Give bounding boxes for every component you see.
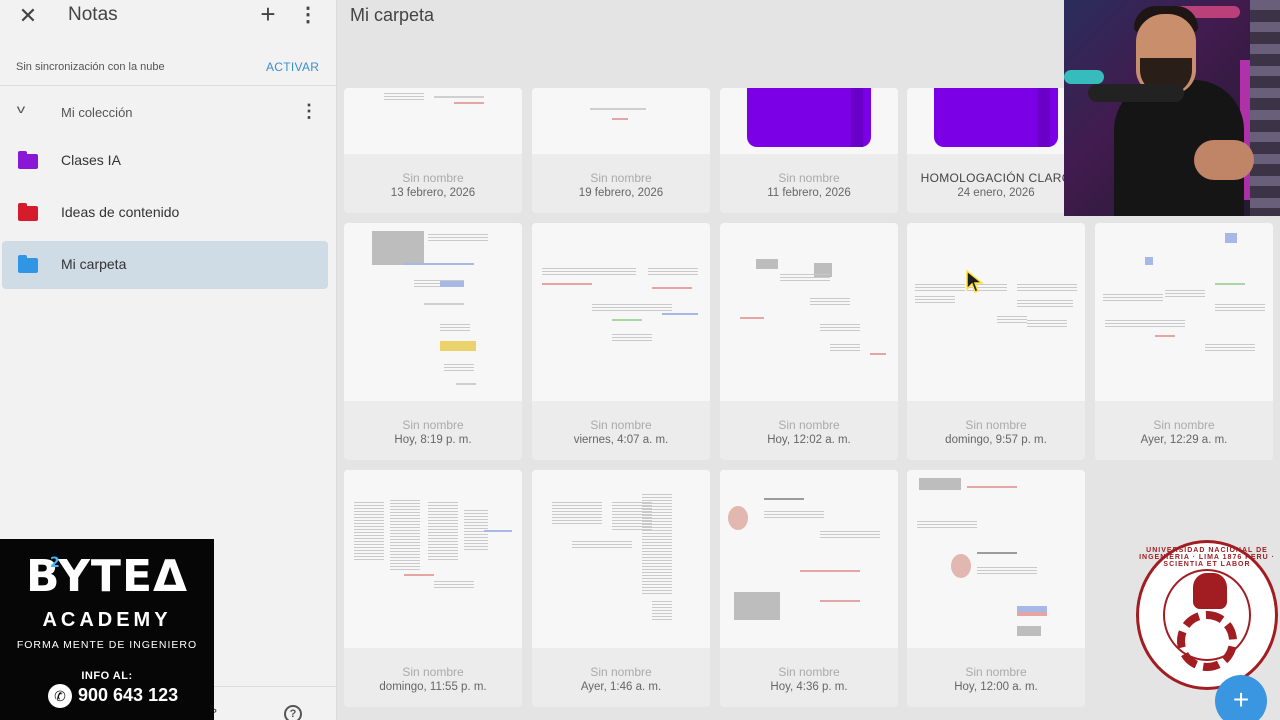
note-card[interactable]: Sin nombre Hoy, 12:00 a. m. <box>907 470 1085 707</box>
add-icon[interactable]: + <box>256 1 280 27</box>
note-date: 24 enero, 2026 <box>957 187 1035 199</box>
note-date: Ayer, 1:46 a. m. <box>580 681 662 693</box>
note-thumbnail <box>344 470 522 648</box>
folder-icon <box>18 203 38 221</box>
brand-academy: ACADEMY <box>42 609 172 631</box>
note-title: Sin nombre <box>1153 418 1215 432</box>
sync-banner: Sin sincronización con la nube ACTIVAR <box>0 50 337 86</box>
collection-header[interactable]: v Mi colección ⋮ <box>0 96 337 130</box>
note-title: Sin nombre <box>965 665 1027 679</box>
note-card[interactable]: HOMOLOGACIÓN CLARO 24 enero, 2026 <box>907 88 1085 213</box>
note-thumbnail <box>907 470 1085 648</box>
note-card[interactable]: Sin nombre Hoy, 4:36 p. m. <box>720 470 898 707</box>
note-card[interactable]: Sin nombre 11 febrero, 2026 <box>720 88 898 213</box>
note-date: 13 febrero, 2026 <box>390 187 476 199</box>
note-date: 11 febrero, 2026 <box>767 187 851 199</box>
webcam-overlay <box>1064 0 1280 216</box>
note-date: viernes, 4:07 a. m. <box>573 434 669 446</box>
note-title: HOMOLOGACIÓN CLARO <box>920 171 1072 185</box>
note-title: Sin nombre <box>778 418 840 432</box>
note-card[interactable]: Sin nombre viernes, 4:07 a. m. <box>532 223 710 460</box>
collection-label: Mi colección <box>61 105 133 120</box>
note-date: Hoy, 8:19 p. m. <box>394 434 472 446</box>
note-date: Ayer, 12:29 a. m. <box>1140 434 1228 446</box>
note-title: Sin nombre <box>402 418 464 432</box>
brand-tagline: FORMA MENTE DE INGENIERO <box>16 639 198 651</box>
note-thumbnail <box>1095 223 1273 401</box>
folder-ideas-de-contenido[interactable]: Ideas de contenido <box>2 189 328 237</box>
note-thumbnail <box>720 88 898 154</box>
brand-logo-superscript: 2 <box>50 555 61 571</box>
note-title: Sin nombre <box>402 171 464 185</box>
folder-icon <box>18 255 38 273</box>
note-thumbnail <box>532 470 710 648</box>
note-title: Sin nombre <box>590 418 652 432</box>
folder-icon <box>18 151 38 169</box>
sidebar-header: ✕ Notas + ⋮ <box>0 0 337 34</box>
collection-more-icon[interactable]: ⋮ <box>300 101 318 125</box>
note-card[interactable]: Sin nombre 13 febrero, 2026 <box>344 88 522 213</box>
note-card[interactable]: Sin nombre Hoy, 12:02 a. m. <box>720 223 898 460</box>
note-title: Sin nombre <box>590 171 652 185</box>
note-date: Hoy, 12:00 a. m. <box>954 681 1038 693</box>
note-thumbnail <box>532 88 710 154</box>
add-note-fab[interactable]: + <box>1215 675 1267 720</box>
whatsapp-icon: ✆ <box>48 684 72 708</box>
note-date: 19 febrero, 2026 <box>578 187 664 199</box>
more-vert-icon[interactable]: ⋮ <box>296 3 320 27</box>
folder-label: Mi carpeta <box>61 256 127 272</box>
folder-clases-ia[interactable]: Clases IA <box>2 137 328 185</box>
note-title: Sin nombre <box>778 665 840 679</box>
note-card[interactable]: Sin nombre domingo, 11:55 p. m. <box>344 470 522 707</box>
note-date: Hoy, 4:36 p. m. <box>770 681 848 693</box>
folder-mi-carpeta[interactable]: Mi carpeta <box>2 241 328 289</box>
note-date: domingo, 9:57 p. m. <box>945 434 1047 446</box>
note-thumbnail <box>532 223 710 401</box>
brand-logo: 2 BYTEΔ <box>0 551 214 602</box>
note-date: domingo, 11:55 p. m. <box>379 681 487 693</box>
folder-label: Ideas de contenido <box>61 204 180 220</box>
note-card[interactable]: Sin nombre Ayer, 12:29 a. m. <box>1095 223 1273 460</box>
note-card[interactable]: Sin nombre Hoy, 8:19 p. m. <box>344 223 522 460</box>
help-icon[interactable]: ? <box>284 705 302 720</box>
note-thumbnail <box>720 223 898 401</box>
note-thumbnail <box>344 88 522 154</box>
page-title: Mi carpeta <box>350 5 435 25</box>
note-thumbnail <box>344 223 522 401</box>
seal-text: UNIVERSIDAD NACIONAL DE INGENIERIA · LIM… <box>1139 547 1275 568</box>
brand-info-label: INFO AL: <box>81 670 133 682</box>
close-icon[interactable]: ✕ <box>16 4 40 28</box>
note-title: Sin nombre <box>402 665 464 679</box>
activate-sync-button[interactable]: ACTIVAR <box>266 60 319 74</box>
folder-label: Clases IA <box>61 152 121 168</box>
note-title: Sin nombre <box>590 665 652 679</box>
note-card[interactable]: Sin nombre domingo, 9:57 p. m. <box>907 223 1085 460</box>
note-title: Sin nombre <box>965 418 1027 432</box>
sync-status-text: Sin sincronización con la nube <box>16 61 165 73</box>
university-seal: UNIVERSIDAD NACIONAL DE INGENIERIA · LIM… <box>1136 540 1278 690</box>
note-card[interactable]: Sin nombre 19 febrero, 2026 <box>532 88 710 213</box>
microphone-icon <box>1088 84 1184 102</box>
note-title: Sin nombre <box>778 171 840 185</box>
note-date: Hoy, 12:02 a. m. <box>767 434 851 446</box>
app-title: Notas <box>68 4 118 25</box>
brand-overlay: 2 BYTEΔ ACADEMY FORMA MENTE DE INGENIERO… <box>0 539 214 720</box>
note-thumbnail <box>720 470 898 648</box>
note-thumbnail <box>907 88 1085 154</box>
note-card[interactable]: Sin nombre Ayer, 1:46 a. m. <box>532 470 710 707</box>
note-thumbnail <box>907 223 1085 401</box>
chevron-down-icon[interactable]: v <box>17 102 25 116</box>
brand-phone: 900 643 123 <box>78 685 179 705</box>
